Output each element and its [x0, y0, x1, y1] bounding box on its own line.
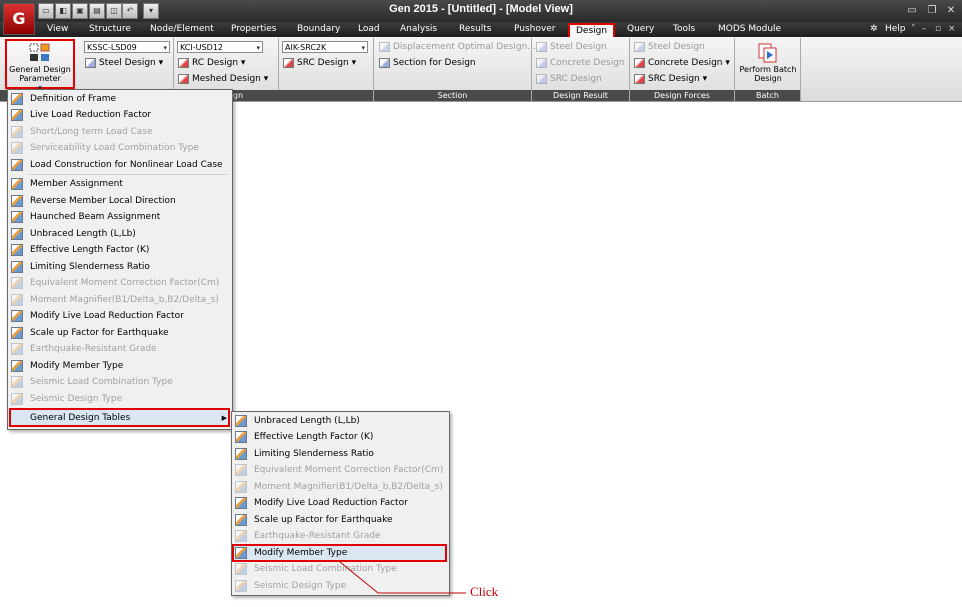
click-annotation-line	[339, 561, 466, 594]
click-annotation-label: Click	[470, 584, 499, 599]
app-logo-button[interactable]: G	[3, 3, 35, 35]
